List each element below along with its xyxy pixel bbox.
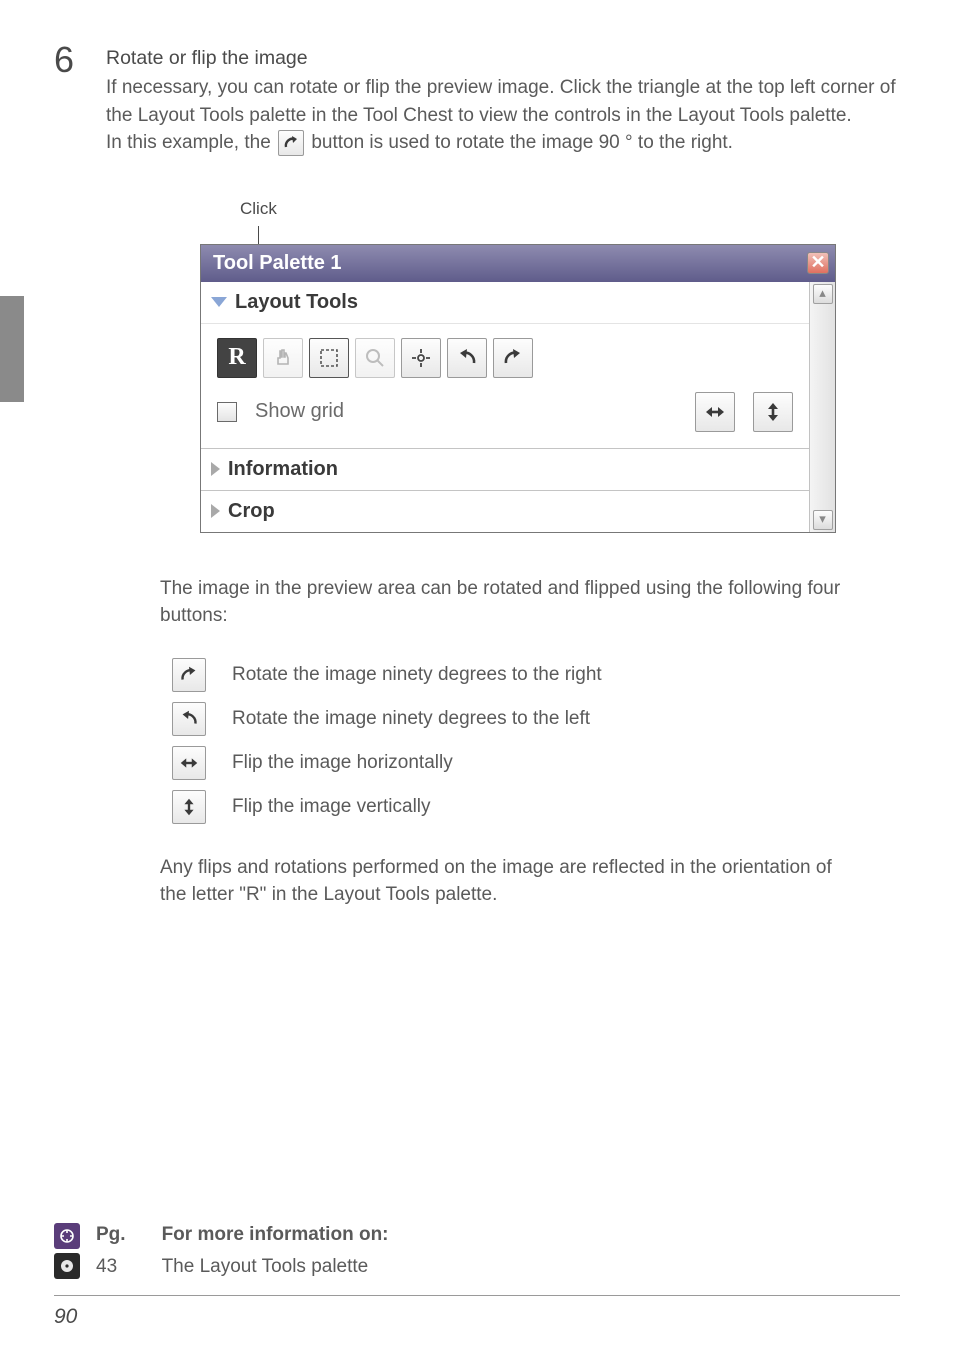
palette-title-text: Tool Palette 1	[213, 249, 342, 278]
section-layout-tools[interactable]: Layout Tools	[201, 282, 809, 323]
ref-pg-header: Pg.	[96, 1221, 126, 1249]
footer-rule	[54, 1295, 900, 1296]
list-item: Rotate the image ninety degrees to the r…	[172, 658, 846, 692]
section-layout-tools-label: Layout Tools	[235, 288, 358, 317]
rotate-left-description: Rotate the image ninety degrees to the l…	[232, 705, 590, 733]
reference-table: Pg. 43 For more information on: The Layo…	[96, 1221, 389, 1280]
summary-paragraph: The image in the preview area can be rot…	[160, 575, 846, 630]
hand-tool-icon[interactable]	[263, 338, 303, 378]
scroll-up-icon[interactable]: ▴	[813, 284, 833, 304]
ref-info-header: For more information on:	[162, 1221, 389, 1249]
chevron-right-icon	[211, 504, 220, 518]
rotate-left-button[interactable]	[447, 338, 487, 378]
step-body: Rotate or flip the image If necessary, y…	[106, 44, 900, 157]
flip-vertical-description: Flip the image vertically	[232, 793, 431, 821]
layout-toolbar: R	[217, 338, 793, 378]
page-footer: Pg. 43 For more information on: The Layo…	[0, 1221, 954, 1332]
show-grid-row: Show grid	[217, 392, 793, 432]
section-crop-label: Crop	[228, 497, 275, 526]
side-tab	[0, 296, 24, 402]
step-paragraph-1: If necessary, you can rotate or flip the…	[106, 74, 900, 129]
click-label: Click	[240, 197, 900, 222]
step-title: Rotate or flip the image	[106, 44, 900, 72]
icon-description-list: Rotate the image ninety degrees to the r…	[172, 658, 846, 824]
show-grid-label: Show grid	[255, 397, 677, 426]
step-number: 6	[54, 42, 106, 157]
page-content: 6 Rotate or flip the image If necessary,…	[0, 0, 954, 909]
zoom-tool-icon[interactable]	[355, 338, 395, 378]
step-para2-a: In this example, the	[106, 132, 276, 153]
rotate-right-icon	[172, 658, 206, 692]
tool-palette: Tool Palette 1 ✕ Layout Tools R	[200, 244, 836, 533]
chevron-right-icon	[211, 462, 220, 476]
section-information-label: Information	[228, 455, 338, 484]
rotate-left-icon	[172, 702, 206, 736]
section-crop[interactable]: Crop	[201, 490, 809, 532]
show-grid-checkbox[interactable]	[217, 402, 237, 422]
step-para2-b: button is used to rotate the image 90 ° …	[311, 132, 733, 153]
rotate-right-button[interactable]	[493, 338, 533, 378]
focus-point-tool-icon[interactable]	[401, 338, 441, 378]
marquee-tool-icon[interactable]	[309, 338, 349, 378]
layout-tools-body: R	[201, 323, 809, 448]
flip-horizontal-icon	[172, 746, 206, 780]
reference-icon	[54, 1223, 80, 1249]
footer-references: Pg. 43 For more information on: The Layo…	[54, 1221, 900, 1280]
orientation-indicator-R[interactable]: R	[217, 338, 257, 378]
final-paragraph: Any flips and rotations performed on the…	[160, 854, 846, 909]
page-number: 90	[54, 1302, 900, 1332]
palette-titlebar[interactable]: Tool Palette 1 ✕	[201, 245, 835, 282]
step-paragraph-2: In this example, the button is used to r…	[106, 129, 900, 157]
close-icon[interactable]: ✕	[807, 252, 829, 274]
chevron-down-icon	[211, 297, 227, 307]
list-item: Flip the image horizontally	[172, 746, 846, 780]
flip-horizontal-button[interactable]	[695, 392, 735, 432]
rotate-right-description: Rotate the image ninety degrees to the r…	[232, 661, 602, 689]
flip-vertical-icon	[172, 790, 206, 824]
ref-info-text: The Layout Tools palette	[162, 1253, 389, 1281]
section-information[interactable]: Information	[201, 448, 809, 490]
flip-vertical-button[interactable]	[753, 392, 793, 432]
scroll-down-icon[interactable]: ▾	[813, 510, 833, 530]
palette-scrollbar[interactable]: ▴ ▾	[809, 282, 835, 532]
flip-horizontal-description: Flip the image horizontally	[232, 749, 453, 777]
rotate-right-icon	[278, 130, 304, 156]
ref-pg-value: 43	[96, 1253, 126, 1281]
click-pointer-line	[258, 226, 259, 244]
disc-icon	[54, 1253, 80, 1279]
list-item: Rotate the image ninety degrees to the l…	[172, 702, 846, 736]
list-item: Flip the image vertically	[172, 790, 846, 824]
step-block: 6 Rotate or flip the image If necessary,…	[54, 44, 900, 157]
footer-icons	[54, 1223, 80, 1279]
